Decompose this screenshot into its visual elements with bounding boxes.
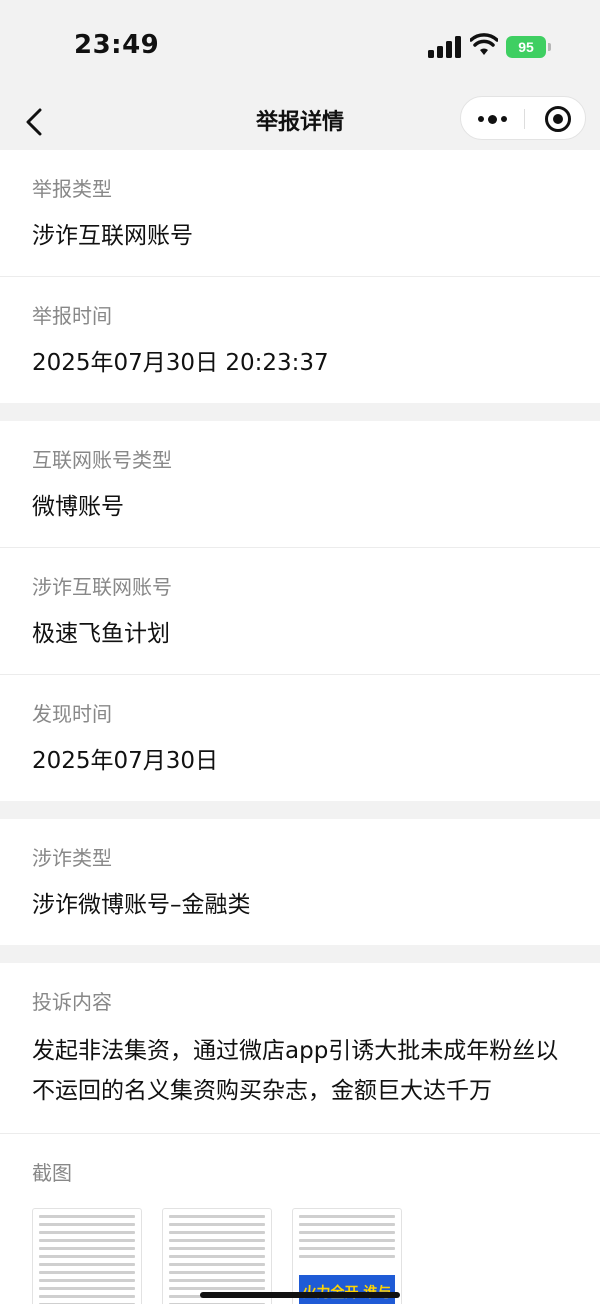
screenshot-thumbnail[interactable] <box>162 1208 272 1304</box>
miniprogram-capsule <box>460 96 586 140</box>
status-bar: 23:49 95 <box>0 0 600 96</box>
field-value: 2025年07月30日 <box>32 748 219 774</box>
cellular-signal-icon <box>428 36 461 58</box>
close-miniprogram-icon[interactable] <box>545 106 571 132</box>
field-report-time: 举报时间 2025年07月30日 20:23:37 <box>0 277 600 403</box>
field-value: 2025年07月30日 20:23:37 <box>32 350 329 376</box>
field-discovery-time: 发现时间 2025年07月30日 <box>0 675 600 801</box>
field-value: 微博账号 <box>32 494 124 520</box>
field-label: 涉诈互联网账号 <box>32 575 172 599</box>
screenshot-thumbnail[interactable]: 火力全开 谁与争锋 <box>292 1208 402 1304</box>
screenshot-banner: 火力全开 谁与争锋 <box>299 1275 395 1304</box>
field-value: 涉诈互联网账号 <box>32 223 193 249</box>
field-complaint-content: 投诉内容 发起非法集资，通过微店app引诱大批未成年粉丝以不运回的名义集资购买杂… <box>0 963 600 1134</box>
field-report-type: 举报类型 涉诈互联网账号 <box>0 150 600 277</box>
field-label: 截图 <box>32 1161 72 1185</box>
status-time: 23:49 <box>74 30 160 60</box>
field-value: 极速飞鱼计划 <box>32 621 170 647</box>
field-label: 互联网账号类型 <box>32 448 172 472</box>
field-value: 涉诈微博账号–金融类 <box>32 892 251 918</box>
account-info-section: 互联网账号类型 微博账号 涉诈互联网账号 极速飞鱼计划 发现时间 2025年07… <box>0 421 600 801</box>
home-indicator[interactable] <box>200 1292 400 1298</box>
screenshot-thumbnail[interactable] <box>32 1208 142 1304</box>
wifi-icon <box>470 33 498 55</box>
report-basic-section: 举报类型 涉诈互联网账号 举报时间 2025年07月30日 20:23:37 <box>0 150 600 403</box>
field-label: 发现时间 <box>32 702 112 726</box>
battery-icon: 95 <box>506 36 551 58</box>
complaint-section: 投诉内容 发起非法集资，通过微店app引诱大批未成年粉丝以不运回的名义集资购买杂… <box>0 963 600 1304</box>
more-options-icon[interactable] <box>461 97 524 141</box>
field-account-name: 涉诈互联网账号 极速飞鱼计划 <box>0 548 600 675</box>
capsule-divider <box>524 109 525 129</box>
field-label: 投诉内容 <box>32 990 112 1014</box>
field-label: 涉诈类型 <box>32 846 112 870</box>
field-label: 举报时间 <box>32 304 112 328</box>
field-label: 举报类型 <box>32 177 112 201</box>
field-fraud-type: 涉诈类型 涉诈微博账号–金融类 <box>0 819 600 945</box>
field-account-type: 互联网账号类型 微博账号 <box>0 421 600 548</box>
nav-bar: 举报详情 <box>0 96 600 150</box>
field-value: 发起非法集资，通过微店app引诱大批未成年粉丝以不运回的名义集资购买杂志，金额巨… <box>32 1038 559 1104</box>
fraud-type-section: 涉诈类型 涉诈微博账号–金融类 <box>0 819 600 945</box>
field-screenshots: 截图 火力全开 谁与争锋 <box>0 1134 600 1304</box>
screenshot-list: 火力全开 谁与争锋 <box>32 1208 568 1304</box>
